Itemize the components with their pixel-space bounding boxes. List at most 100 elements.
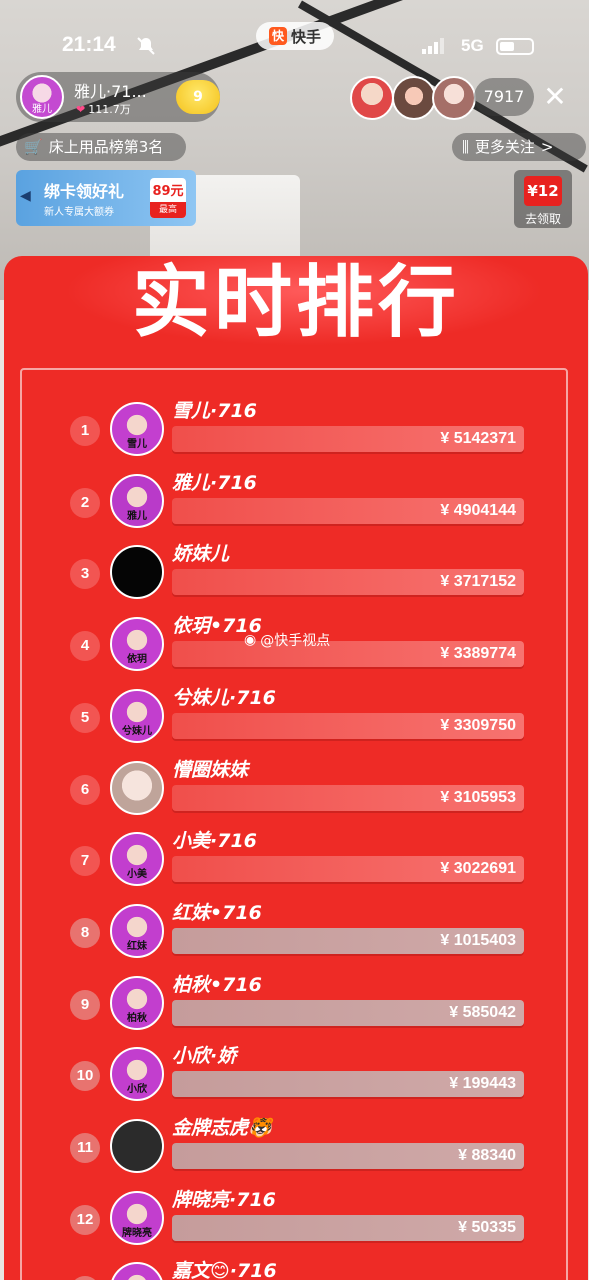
viewer-avatar[interactable] <box>432 76 476 120</box>
bell-muted-icon <box>137 37 155 55</box>
chevron-right-icon: > <box>540 138 554 156</box>
ranking-row[interactable]: 6 懵圈妹妹 ¥ 3105953 <box>22 759 570 833</box>
ranking-name: 牌晓亮·716 <box>172 1188 276 1211</box>
rank-pill-label: 床上用品榜第3名 <box>48 138 164 156</box>
ranking-bar: ¥ 585042 <box>172 999 524 1026</box>
ranking-avatar[interactable]: 兮妹儿 <box>110 688 164 743</box>
heart-icon: ❤ <box>76 102 86 116</box>
ranking-bar: ¥ 3309750 <box>172 712 524 739</box>
rank-number: 6 <box>70 774 100 805</box>
avatar-label: 雪儿 <box>127 439 147 450</box>
status-time: 21:14 <box>62 33 116 56</box>
ranking-name: 柏秋•716 <box>172 973 262 996</box>
ranking-avatar[interactable]: 雅儿 <box>110 473 164 528</box>
ranking-avatar[interactable]: 依玥 <box>110 617 164 672</box>
ranking-avatar[interactable]: 红妹 <box>110 903 164 958</box>
ranking-list: 1 雪儿 雪儿·716 ¥ 5142371 2 雅儿 雅儿·716 ¥ 4904144 3 娇妹儿… <box>20 368 568 1280</box>
ranking-name: 嘉文😊·716 <box>172 1260 277 1280</box>
ranking-avatar[interactable]: 柏秋 <box>110 975 164 1030</box>
viewer-count[interactable]: 7917 <box>474 78 534 116</box>
ranking-name: 懵圈妹妹 <box>172 758 249 781</box>
ranking-amount: ¥ 3105953 <box>440 788 516 806</box>
host-likes: ❤ 111.7万 <box>76 101 131 117</box>
avatar-label: 雅儿 <box>127 510 147 522</box>
ranking-avatar[interactable] <box>110 1119 164 1173</box>
rank-number: 10 <box>70 1061 100 1092</box>
ranking-row[interactable]: 5 兮妹儿 兮妹儿·716 ¥ 3309750 <box>22 687 570 761</box>
card-banner-title: 绑卡领好礼 <box>44 182 125 201</box>
claim-amount: ¥12 <box>524 176 562 206</box>
host-likes-count: 111.7万 <box>88 103 131 116</box>
rank-number: 13 <box>70 1276 100 1280</box>
ranking-row[interactable]: 4 依玥 依玥•716 ¥ 3389774 <box>22 615 570 689</box>
ranking-row[interactable]: 9 柏秋 柏秋•716 ¥ 585042 <box>22 974 570 1048</box>
ranking-row[interactable]: 8 红妹 红妹•716 ¥ 1015403 <box>22 902 570 976</box>
ranking-bar: ¥ 5142371 <box>172 426 524 452</box>
viewer-avatar[interactable] <box>392 76 436 120</box>
ranking-amount: ¥ 50335 <box>458 1218 516 1236</box>
ranking-row[interactable]: 2 雅儿 雅儿·716 ¥ 4904144 <box>22 472 570 546</box>
viewer-avatar[interactable] <box>350 76 394 120</box>
more-follow-label: 更多关注 <box>474 138 535 156</box>
rank-number: 1 <box>70 416 100 446</box>
ranking-avatar[interactable]: 小欣 <box>110 1047 164 1102</box>
ranking-bar: ¥ 3105953 <box>172 784 524 811</box>
kuaishou-label: 快手 <box>290 27 321 46</box>
ranking-row[interactable]: 10 小欣 小欣·娇 ¥ 199443 <box>22 1045 570 1119</box>
kuaishou-logo-icon: 快 <box>268 27 287 45</box>
ranking-row[interactable]: 12 牌晓亮 牌晓亮·716 ¥ 50335 <box>22 1189 570 1263</box>
weibo-icon: ◉ <box>244 632 257 648</box>
ranking-name: 雪儿·716 <box>172 400 257 422</box>
rank-number: 12 <box>70 1204 100 1235</box>
claim-label: 去领取 <box>524 212 561 226</box>
ranking-bar: ¥ 3717152 <box>172 569 524 596</box>
avatar-label: 兮妹儿 <box>122 725 152 737</box>
battery-icon <box>496 38 534 55</box>
host-info[interactable]: 雅儿 雅儿·71... ❤ 111.7万 9 <box>16 72 220 122</box>
bind-card-banner[interactable]: ◀ 绑卡领好礼 新人专属大额券 89元 最高 <box>16 170 196 226</box>
ranking-avatar[interactable]: 小美 <box>110 832 164 887</box>
ranking-amount: ¥ 3022691 <box>440 860 516 878</box>
ranking-amount: ¥ 3309750 <box>440 716 516 734</box>
ranking-amount: ¥ 3389774 <box>440 645 516 663</box>
coupon-tag: 最高 <box>150 202 186 218</box>
watermark: ◉ @快手视点 <box>244 630 330 650</box>
ranking-avatar[interactable] <box>110 760 164 815</box>
bars-icon: ⫼ <box>462 138 469 156</box>
ranking-bar: ¥ 88340 <box>172 1143 524 1169</box>
rank-number: 8 <box>70 917 100 948</box>
ranking-name: 金牌志虎🐯 <box>172 1117 272 1139</box>
cart-icon: 🛒 <box>24 138 43 156</box>
ranking-amount: ¥ 585042 <box>449 1003 516 1021</box>
realtime-ranking-panel: 实时排行 1 雪儿 雪儿·716 ¥ 5142371 2 雅儿 雅儿·716 ¥ 490414… <box>4 256 588 1280</box>
ranking-row[interactable]: 7 小美 小美·716 ¥ 3022691 <box>22 830 570 904</box>
kuaishou-badge[interactable]: 快 快手 <box>256 22 334 50</box>
ranking-avatar[interactable]: 牌晓亮 <box>110 1190 164 1245</box>
ranking-row[interactable]: 13 嘉文😊·716 <box>22 1260 570 1280</box>
rank-pill[interactable]: 🛒 床上用品榜第3名 <box>16 133 186 161</box>
ranking-avatar[interactable] <box>110 1262 164 1280</box>
ranking-row[interactable]: 3 娇妹儿 ¥ 3717152 <box>22 543 570 617</box>
fan-level-button[interactable]: 9 <box>176 80 220 114</box>
network-type: 5G <box>461 36 484 55</box>
ranking-avatar[interactable]: 雪儿 <box>110 402 164 456</box>
avatar-label: 小美 <box>127 869 147 881</box>
ranking-amount: ¥ 1015403 <box>440 931 516 949</box>
ranking-row[interactable]: 11 金牌志虎🐯 ¥ 88340 <box>22 1117 570 1191</box>
claim-coupon-button[interactable]: ¥12 去领取 <box>514 170 572 228</box>
rank-number: 2 <box>70 487 100 518</box>
ranking-amount: ¥ 199443 <box>449 1075 516 1093</box>
ranking-name: 小欣·娇 <box>172 1045 237 1068</box>
close-icon[interactable]: ✕ <box>540 82 570 112</box>
ranking-avatar[interactable] <box>110 545 164 600</box>
avatar-label: 依玥 <box>127 654 147 666</box>
ranking-name: 红妹•716 <box>172 901 262 924</box>
ranking-row[interactable]: 1 雪儿 雪儿·716 ¥ 5142371 <box>22 400 570 474</box>
ranking-name: 娇妹儿 <box>172 543 230 566</box>
rank-number: 4 <box>70 631 100 662</box>
rank-number: 3 <box>70 559 100 590</box>
avatar-label: 柏秋 <box>127 1012 147 1024</box>
ranking-name: 兮妹儿·716 <box>172 686 276 709</box>
host-avatar[interactable]: 雅儿 <box>20 75 64 119</box>
more-follow-button[interactable]: ⫼ 更多关注 > <box>452 133 586 161</box>
